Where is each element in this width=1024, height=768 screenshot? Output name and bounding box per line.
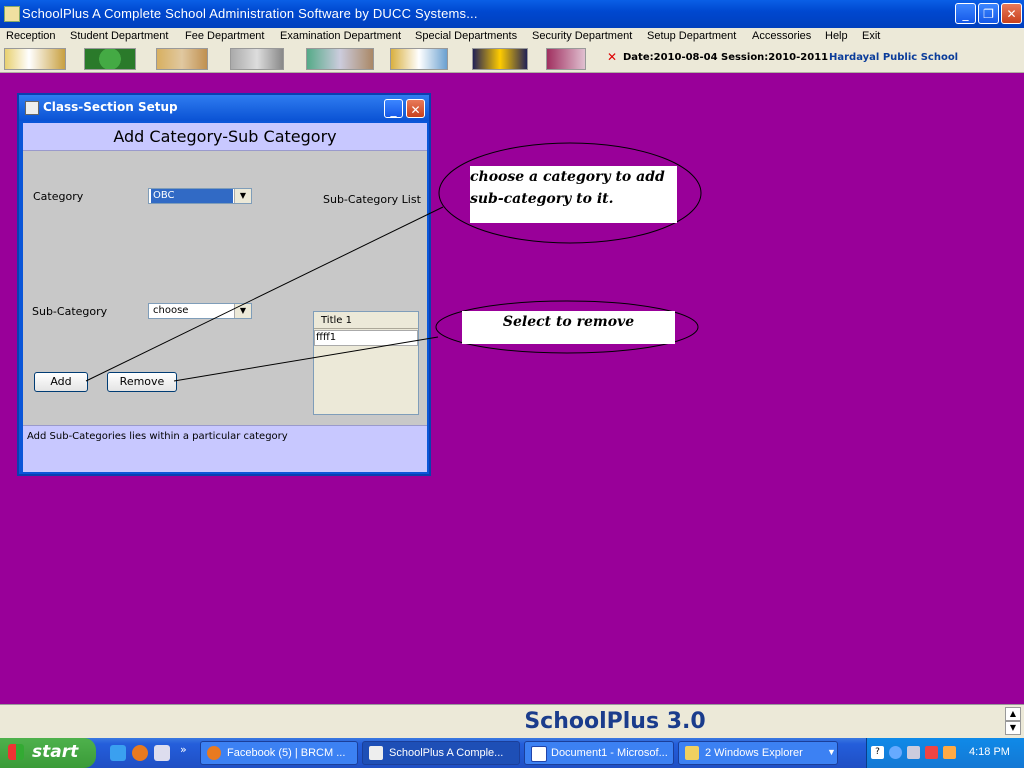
menu-accessories[interactable]: Accessories: [752, 30, 811, 42]
remove-button[interactable]: Remove: [107, 372, 177, 392]
menu-reception[interactable]: Reception: [6, 30, 56, 42]
subcategory-select[interactable]: choose ▼: [148, 303, 252, 319]
category-callout-text: choose a category to add sub-category to…: [470, 166, 677, 223]
table-column-header[interactable]: Title 1: [314, 312, 418, 329]
menu-fee-department[interactable]: Fee Department: [185, 30, 264, 42]
status-scrollbar[interactable]: ▲ ▼: [1005, 707, 1021, 737]
task-label: Document1 - Microsof...: [551, 747, 668, 759]
task-document[interactable]: Document1 - Microsof...: [524, 741, 674, 765]
frame-title-bar: Class-Section Setup _ ✕: [19, 95, 429, 121]
main-title-bar: SchoolPlus A Complete School Administrat…: [0, 0, 1024, 28]
clock: 4:18 PM: [969, 746, 1010, 758]
close-small-icon[interactable]: ✕: [607, 50, 617, 64]
ie-icon[interactable]: [110, 745, 126, 761]
frame-minimize-button[interactable]: _: [384, 99, 403, 118]
chevron-down-icon[interactable]: ▼: [234, 189, 251, 203]
table-row[interactable]: ffff1: [314, 330, 418, 346]
accessories-tool-icon[interactable]: [546, 48, 586, 70]
menu-student-department[interactable]: Student Department: [70, 30, 168, 42]
subcategory-list-label: Sub-Category List: [323, 193, 421, 206]
remove-callout-text: Select to remove: [462, 311, 675, 344]
form-header: Add Category-Sub Category: [23, 123, 427, 151]
form-footer: Add Sub-Categories lies within a particu…: [23, 425, 427, 472]
java-frame-icon: [25, 101, 39, 115]
menu-setup-department[interactable]: Setup Department: [647, 30, 736, 42]
school-name: Hardayal Public School: [829, 52, 959, 63]
folder-icon: [685, 746, 699, 760]
firefox-icon[interactable]: [132, 745, 148, 761]
category-value: OBC: [151, 189, 233, 203]
toolbar: ✕ Date:2010-08-04 Session:2010-2011 Hard…: [0, 46, 1024, 73]
mail-icon[interactable]: [925, 746, 938, 759]
subcategory-value: choose: [153, 305, 189, 316]
menu-special-departments[interactable]: Special Departments: [415, 30, 517, 42]
scroll-up-icon[interactable]: ▲: [1005, 707, 1021, 721]
window-title: SchoolPlus A Complete School Administrat…: [22, 6, 478, 21]
task-facebook[interactable]: Facebook (5) | BRCM ...: [200, 741, 358, 765]
firefox-icon: [207, 746, 221, 760]
menu-bar: Reception Student Department Fee Departm…: [0, 28, 1024, 46]
menu-examination-department[interactable]: Examination Department: [280, 30, 401, 42]
windows-logo-icon: [8, 744, 24, 760]
maximize-button[interactable]: ❐: [978, 3, 999, 24]
menu-security-department[interactable]: Security Department: [532, 30, 632, 42]
search-tool-icon[interactable]: [390, 48, 448, 70]
class-section-setup-window: Class-Section Setup _ ✕ Add Category-Sub…: [17, 93, 431, 476]
date-display: Date:2010-08-04: [623, 52, 718, 63]
fee-tool-icon[interactable]: [84, 48, 136, 70]
windows-taskbar: start » Facebook (5) | BRCM ... SchoolPl…: [0, 738, 1024, 768]
menu-exit[interactable]: Exit: [862, 30, 880, 42]
network-icon[interactable]: [907, 746, 920, 759]
subcategory-list-table[interactable]: Title 1 ffff1: [313, 311, 419, 415]
task-schoolplus[interactable]: SchoolPlus A Comple...: [362, 741, 520, 765]
word-icon: [531, 746, 547, 762]
show-desktop-icon[interactable]: [154, 745, 170, 761]
close-button[interactable]: ✕: [1001, 3, 1022, 24]
chevron-down-icon[interactable]: ▼: [234, 304, 251, 318]
chevron-down-icon: ▼: [827, 747, 836, 757]
start-button[interactable]: start: [0, 738, 96, 768]
session-display: Session:2010-2011: [721, 52, 829, 63]
java-app-icon: [369, 746, 383, 760]
menu-help[interactable]: Help: [825, 30, 848, 42]
scroll-down-icon[interactable]: ▼: [1005, 721, 1021, 735]
footer-description: Add Sub-Categories lies within a particu…: [27, 431, 288, 442]
status-bar: SchoolPlus 3.0 ▲ ▼: [0, 704, 1024, 739]
messenger-icon[interactable]: [943, 746, 956, 759]
java-app-icon: [4, 6, 20, 22]
category-label: Category: [33, 190, 84, 203]
task-windows-explorer[interactable]: 2 Windows Explorer ▼: [678, 741, 838, 765]
task-label: SchoolPlus A Comple...: [389, 747, 504, 759]
subcategory-label: Sub-Category: [32, 305, 108, 318]
start-label: start: [32, 742, 79, 762]
student-tool-icon[interactable]: [156, 48, 208, 70]
setup-tool-icon[interactable]: [472, 48, 528, 70]
chevron-left-icon[interactable]: [889, 746, 902, 759]
brand-label: SchoolPlus 3.0: [524, 709, 706, 734]
system-tray: ? 4:18 PM: [866, 738, 1024, 768]
help-icon[interactable]: ?: [871, 746, 884, 759]
examination-tool-icon[interactable]: [306, 48, 374, 70]
task-label: 2 Windows Explorer: [705, 747, 803, 759]
chevron-right-icon[interactable]: »: [180, 743, 187, 756]
security-tool-icon[interactable]: [230, 48, 284, 70]
add-button[interactable]: Add: [34, 372, 88, 392]
category-select[interactable]: OBC ▼: [148, 188, 252, 204]
task-label: Facebook (5) | BRCM ...: [227, 747, 346, 759]
form-panel: Add Category-Sub Category Category OBC ▼…: [23, 123, 427, 472]
reception-tool-icon[interactable]: [4, 48, 66, 70]
minimize-button[interactable]: _: [955, 3, 976, 24]
frame-title: Class-Section Setup: [43, 100, 178, 114]
frame-close-button[interactable]: ✕: [406, 99, 425, 118]
